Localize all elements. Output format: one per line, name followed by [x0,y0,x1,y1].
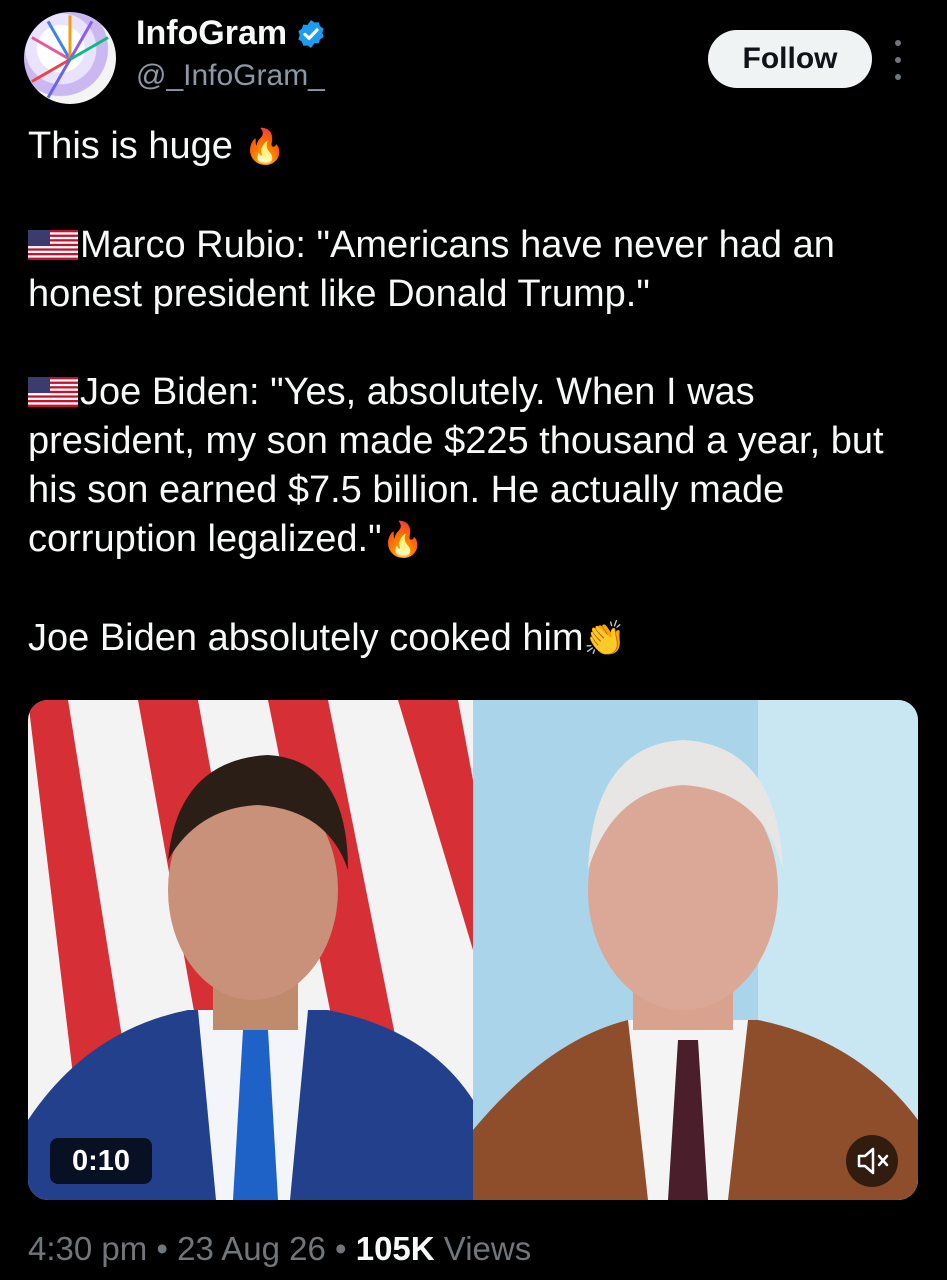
account-name-row[interactable]: InfoGram [136,14,327,53]
post-header: InfoGram @_InfoGram_ Follow [24,8,924,108]
views-label: Views [443,1230,532,1267]
more-options-icon[interactable] [890,40,906,80]
post-paragraph-rubio: Marco Rubio: "Americans have never had a… [28,224,835,315]
account-handle[interactable]: @_InfoGram_ [136,59,327,93]
clapping-hands-emoji: 👏 [583,620,626,658]
account-name[interactable]: InfoGram [136,14,287,53]
post-paragraph-biden: Joe Biden: "Yes, absolutely. When I was … [28,371,884,560]
video-player[interactable]: 0:10 [28,700,918,1200]
fire-emoji: 🔥 [243,128,286,166]
post-text: This is huge 🔥 Marco Rubio: "Americans h… [28,122,928,664]
post-date[interactable]: 23 Aug 26 [177,1230,326,1267]
fire-emoji: 🔥 [381,521,424,559]
us-flag-icon [28,377,78,407]
follow-button[interactable]: Follow [708,30,872,88]
post-paragraph-closing: Joe Biden absolutely cooked him👏 [28,617,626,659]
video-thumbnail [28,700,918,1200]
post-line-1: This is huge 🔥 [28,125,286,167]
view-count: 105K [355,1230,435,1267]
video-duration-badge: 0:10 [50,1138,152,1184]
verified-badge-icon [298,19,324,48]
us-flag-icon [28,230,78,260]
speaker-muted-icon[interactable] [846,1135,898,1187]
post-time[interactable]: 4:30 pm [28,1230,147,1267]
post-metadata: 4:30 pm • 23 Aug 26 • 105K Views [28,1230,532,1267]
avatar[interactable] [24,12,116,104]
